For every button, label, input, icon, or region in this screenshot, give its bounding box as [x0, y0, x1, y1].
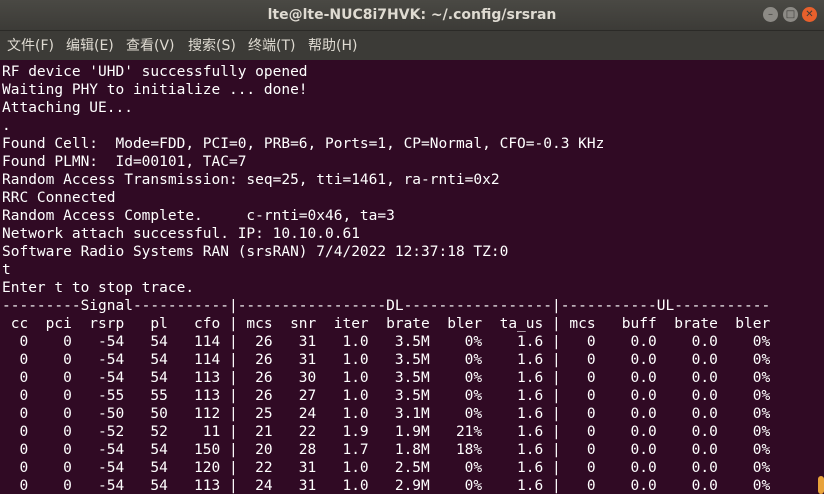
- terminal-line: Enter t to stop trace.: [2, 280, 195, 296]
- trace-row: 0 0 -54 54 150 | 20 28 1.7 1.8M 18% 1.6 …: [2, 442, 771, 458]
- terminal-line: Waiting PHY to initialize ... done!: [2, 82, 308, 98]
- trace-row: 0 0 -54 54 114 | 26 31 1.0 3.5M 0% 1.6 |…: [2, 352, 771, 368]
- trace-column-headers: cc pci rsrp pl cfo | mcs snr iter brate …: [2, 316, 771, 332]
- terminal-line: .: [2, 118, 11, 134]
- menu-view[interactable]: 查看(V): [126, 31, 175, 60]
- trace-row: 0 0 -54 54 114 | 26 31 1.0 3.5M 0% 1.6 |…: [2, 334, 771, 350]
- terminal-line: Random Access Complete. c-rnti=0x46, ta=…: [2, 208, 395, 224]
- menu-search[interactable]: 搜索(S): [188, 31, 236, 60]
- terminal-line: RRC Connected: [2, 190, 116, 206]
- vertical-scrollbar[interactable]: [816, 61, 824, 494]
- trace-row: 0 0 -54 54 113 | 24 31 1.0 2.9M 0% 1.6 |…: [2, 478, 771, 494]
- menu-bar: 文件(F) 编辑(E) 查看(V) 搜索(S) 终端(T) 帮助(H): [0, 31, 824, 60]
- menu-file[interactable]: 文件(F): [7, 31, 54, 60]
- terminal-line: Network attach successful. IP: 10.10.0.6…: [2, 226, 360, 242]
- trace-row: 0 0 -52 52 11 | 21 22 1.9 1.9M 21% 1.6 |…: [2, 424, 771, 440]
- scrollbar-thumb[interactable]: [818, 476, 824, 494]
- window-title: lte@lte-NUC8i7HVK: ~/.config/srsran: [267, 7, 557, 23]
- maximize-icon[interactable]: □: [783, 7, 798, 22]
- terminal-line: Software Radio Systems RAN (srsRAN) 7/4/…: [2, 244, 509, 260]
- menu-terminal[interactable]: 终端(T): [248, 31, 295, 60]
- title-bar[interactable]: lte@lte-NUC8i7HVK: ~/.config/srsran – □ …: [0, 0, 824, 31]
- trace-row: 0 0 -54 54 120 | 22 31 1.0 2.5M 0% 1.6 |…: [2, 460, 771, 476]
- terminal-line: Found PLMN: Id=00101, TAC=7: [2, 154, 247, 170]
- menu-help[interactable]: 帮助(H): [308, 31, 357, 60]
- terminal-window: lte@lte-NUC8i7HVK: ~/.config/srsran – □ …: [0, 0, 824, 494]
- trace-row: 0 0 -54 54 113 | 26 30 1.0 3.5M 0% 1.6 |…: [2, 370, 771, 386]
- terminal-line: t: [2, 262, 11, 278]
- trace-row: 0 0 -50 50 112 | 25 24 1.0 3.1M 0% 1.6 |…: [2, 406, 771, 422]
- terminal-line: RF device 'UHD' successfully opened: [2, 64, 308, 80]
- terminal-output[interactable]: RF device 'UHD' successfully opened Wait…: [0, 61, 816, 494]
- terminal-line: Attaching UE...: [2, 100, 133, 116]
- trace-header-separator: ---------Signal-----------|-------------…: [2, 298, 771, 314]
- terminal-line: Random Access Transmission: seq=25, tti=…: [2, 172, 500, 188]
- menu-edit[interactable]: 编辑(E): [66, 31, 114, 60]
- trace-row: 0 0 -55 55 113 | 26 27 1.0 3.5M 0% 1.6 |…: [2, 388, 771, 404]
- terminal-line: Found Cell: Mode=FDD, PCI=0, PRB=6, Port…: [2, 136, 605, 152]
- close-icon[interactable]: ✕: [802, 7, 817, 22]
- minimize-icon[interactable]: –: [763, 7, 778, 22]
